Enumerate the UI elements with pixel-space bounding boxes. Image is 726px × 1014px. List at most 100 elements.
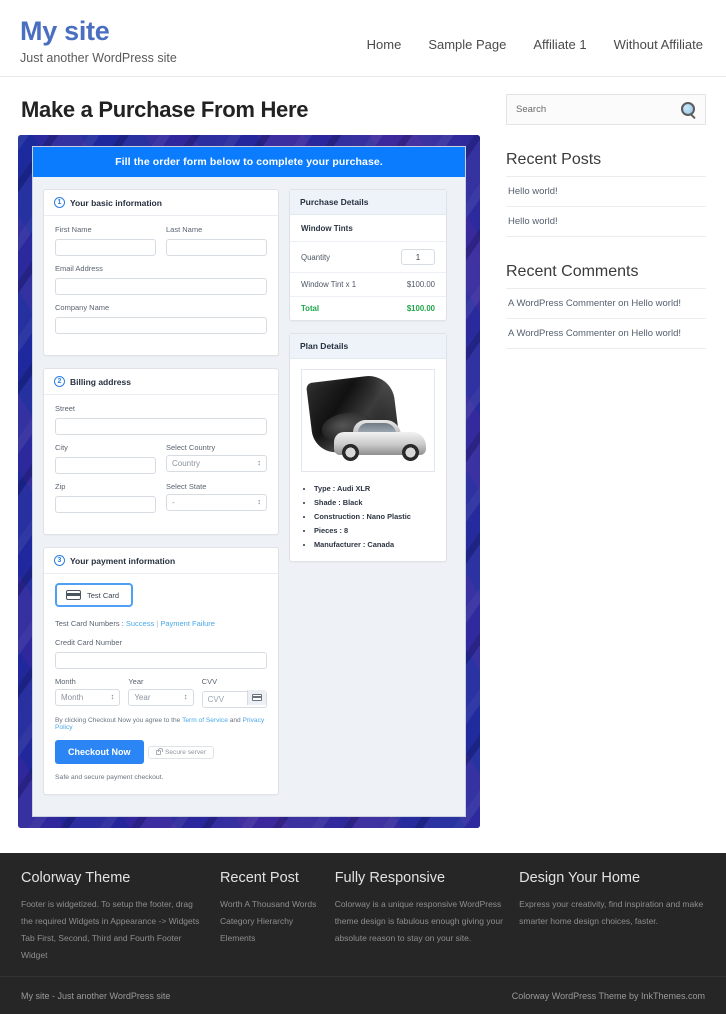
purchase-form-panel: Fill the order form below to complete yo… [32, 146, 466, 817]
lock-icon [155, 748, 163, 755]
footer-column-title: Colorway Theme [21, 870, 131, 886]
email-field: Email Address [55, 264, 267, 295]
total-row: Total $100.00 [290, 296, 446, 320]
year-select-wrapper: Year [128, 689, 194, 706]
country-field: Select Country Country [166, 443, 267, 474]
quantity-input[interactable] [401, 249, 435, 265]
list-item[interactable]: Elements [220, 930, 319, 947]
payment-information-card: 3 Your payment information Test Card Tes… [43, 547, 279, 795]
footer-column-title: Fully Responsive [334, 870, 446, 886]
city-country-row: City Select Country Country [55, 443, 267, 482]
nav-item-without-affiliate[interactable]: Without Affiliate [614, 37, 703, 52]
payment-information-title: Your payment information [70, 555, 176, 566]
plan-details-title: Plan Details [300, 341, 349, 351]
zip-input[interactable] [55, 496, 156, 513]
footer-copyright-left: My site - Just another WordPress site [21, 990, 171, 1001]
plan-spec-list: Type : Audi XLR Shade : Black Constructi… [314, 484, 435, 549]
sidebar: Recent Posts Hello world! Hello world! R… [506, 77, 706, 828]
list-item[interactable]: Worth A Thousand Words [220, 896, 319, 913]
total-label: Total [301, 304, 320, 313]
footer-column-design-your-home: Design Your Home Express your creativity… [519, 870, 705, 964]
first-name-label: First Name [55, 225, 92, 234]
month-select[interactable]: Month [55, 689, 121, 706]
year-select[interactable]: Year [128, 689, 194, 706]
terms-middle: and [227, 717, 243, 724]
secure-server-badge: Secure server [147, 746, 215, 759]
footer-column-text: Footer is widgetized. To setup the foote… [21, 899, 200, 960]
payment-information-body: Test Card Test Card Numbers : Success | … [44, 574, 278, 794]
list-item[interactable]: Hello world! [506, 176, 706, 206]
test-card-button[interactable]: Test Card [55, 583, 134, 607]
country-select-wrapper: Country [166, 455, 267, 472]
zip-field: Zip [55, 482, 156, 513]
nav-item-affiliate-1[interactable]: Affiliate 1 [533, 37, 586, 52]
step-number-icon: 2 [54, 376, 65, 387]
list-item[interactable]: A WordPress Commenter on Hello world! [506, 288, 706, 318]
billing-address-card: 2 Billing address Street City Select Cou… [43, 368, 279, 535]
step-number-icon: 1 [54, 197, 65, 208]
search-icon[interactable] [681, 102, 696, 117]
list-item: Construction : Nano Plastic [314, 512, 435, 521]
primary-content: Make a Purchase From Here Fill the order… [18, 77, 484, 828]
email-input[interactable] [55, 278, 267, 295]
expiry-cvv-row: Month Month Year Ye [55, 677, 267, 708]
state-field: Select State - [166, 482, 267, 513]
name-row: First Name Last Name [55, 225, 267, 264]
country-select[interactable]: Country [166, 455, 267, 472]
city-input[interactable] [55, 457, 156, 474]
first-name-input[interactable] [55, 239, 156, 256]
state-select[interactable]: - [166, 494, 267, 511]
list-item[interactable]: A WordPress Commenter on Hello world! [506, 318, 706, 349]
footer-bottom-bar: My site - Just another WordPress site Co… [0, 976, 726, 1014]
city-label: City [55, 443, 68, 452]
month-select-wrapper: Month [55, 689, 121, 706]
company-label: Company Name [55, 303, 110, 312]
car-front-wheel [342, 444, 359, 461]
billing-address-title: Billing address [70, 376, 131, 387]
plan-details-card: Plan Details • Type: Audi XLR • Shade:… [289, 333, 447, 562]
primary-navigation: Home Sample Page Affiliate 1 Without Aff… [367, 8, 706, 52]
checkout-now-button[interactable]: Checkout Now [55, 740, 144, 764]
nav-item-sample-page[interactable]: Sample Page [428, 37, 506, 52]
purchase-form-container: Fill the order form below to complete yo… [18, 135, 480, 828]
first-name-field: First Name [55, 225, 156, 256]
line-item-label: Window Tint x 1 [301, 280, 357, 289]
state-select-wrapper: - [166, 494, 267, 511]
credit-card-number-input[interactable] [55, 652, 267, 669]
purchase-details-card: Purchase Details Window Tints Quantity 1… [289, 189, 447, 321]
list-item[interactable]: Category Hierarchy [220, 913, 319, 930]
content-wrapper: Make a Purchase From Here Fill the order… [0, 77, 726, 828]
search-input[interactable] [516, 104, 656, 115]
quantity-label: Quantity [301, 252, 331, 262]
nav-item-home[interactable]: Home [367, 37, 402, 52]
company-input[interactable] [55, 317, 267, 334]
city-field: City [55, 443, 156, 474]
cvv-label: CVV [201, 677, 218, 686]
safe-checkout-note: Safe and secure payment checkout. [55, 774, 164, 781]
footer-column-recent-post: Recent Post Worth A Thousand Words Categ… [220, 870, 335, 964]
last-name-field: Last Name [166, 225, 267, 256]
basic-information-card: 1 Your basic information First Name Last… [43, 189, 279, 356]
email-label: Email Address [55, 264, 103, 273]
last-name-input[interactable] [166, 239, 267, 256]
test-failure-link[interactable]: Payment Failure [160, 619, 215, 628]
footer-copyright-right[interactable]: Colorway WordPress Theme by InkThemes.co… [512, 991, 705, 1001]
total-price: $100.00 [406, 304, 435, 313]
plan-details-body: Type : Audi XLR Shade : Black Constructi… [290, 369, 446, 549]
street-label: Street [55, 404, 76, 413]
last-name-label: Last Name [166, 225, 203, 234]
site-title[interactable]: My site [20, 16, 177, 47]
plan-details-header: Plan Details [290, 334, 446, 359]
order-form-body: 1 Your basic information First Name Last… [33, 177, 465, 816]
year-label: Year [128, 677, 144, 686]
street-input[interactable] [55, 418, 267, 435]
list-item[interactable]: Hello world! [506, 206, 706, 237]
test-card-label: Test Card [87, 590, 120, 600]
test-success-link[interactable]: Success [126, 619, 154, 628]
footer-widget-area: Colorway Theme Footer is widgetized. To … [0, 853, 726, 964]
recent-comments-title: Recent Comments [506, 263, 639, 280]
purchase-details-header: Purchase Details [290, 190, 446, 215]
basic-information-title: Your basic information [70, 197, 162, 208]
terms-of-service-link[interactable]: Term of Service [182, 717, 228, 724]
list-item: Type : Audi XLR [314, 484, 435, 493]
